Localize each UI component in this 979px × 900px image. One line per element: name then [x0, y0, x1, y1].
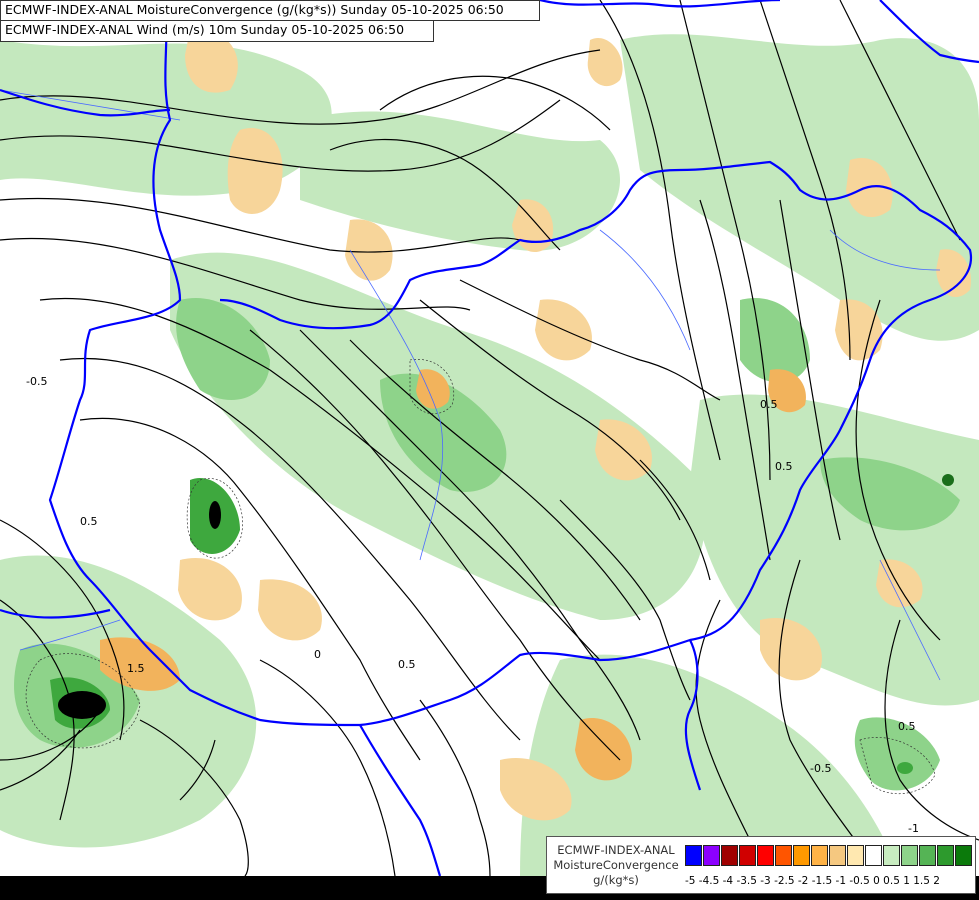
legend-swatch-4: [757, 845, 774, 866]
contour-label-1: 0.5: [398, 658, 416, 671]
legend-swatch-8: [829, 845, 846, 866]
legend-swatches: [685, 845, 973, 866]
contour-label-5: 0.5: [775, 460, 793, 473]
legend-unit: g/(kg*s): [593, 873, 639, 887]
legend-swatch-1: [703, 845, 720, 866]
legend-swatch-3: [739, 845, 756, 866]
contour-label-8: 0.5: [760, 398, 778, 411]
contour-label-9: 0.5: [80, 515, 98, 528]
legend-source: ECMWF-INDEX-ANAL: [557, 843, 675, 857]
legend-swatch-14: [937, 845, 954, 866]
title-wind: ECMWF-INDEX-ANAL Wind (m/s) 10m Sunday 0…: [0, 20, 434, 42]
contour-label-7: -0.5: [810, 762, 831, 775]
legend-swatch-7: [811, 845, 828, 866]
legend-swatch-0: [685, 845, 702, 866]
contour-label-2: -0.5: [26, 375, 47, 388]
contour-label-6: 0.5: [898, 720, 916, 733]
legend-swatch-5: [775, 845, 792, 866]
color-legend: ECMWF-INDEX-ANAL MoistureConvergence g/(…: [546, 836, 976, 894]
legend-param: MoistureConvergence: [553, 858, 679, 872]
legend-swatch-12: [901, 845, 918, 866]
legend-swatch-6: [793, 845, 810, 866]
legend-swatch-2: [721, 845, 738, 866]
legend-swatch-10: [865, 845, 882, 866]
legend-ticks: -5 -4.5 -4 -3.5 -3 -2.5 -2 -1.5 -1 -0.5 …: [685, 875, 940, 887]
legend-swatch-15: [955, 845, 972, 866]
contour-label-4: -1: [908, 822, 919, 835]
contour-label-3: 1.5: [127, 662, 145, 675]
legend-title: ECMWF-INDEX-ANAL MoistureConvergence g/(…: [551, 843, 681, 888]
legend-swatch-13: [919, 845, 936, 866]
legend-swatch-9: [847, 845, 864, 866]
title-moisture-convergence: ECMWF-INDEX-ANAL MoistureConvergence (g/…: [0, 0, 540, 21]
legend-swatch-11: [883, 845, 900, 866]
map-canvas[interactable]: 0 0.5 -0.5 1.5 -1 0.5 0.5 -0.5 0.5 0.5: [0, 0, 979, 900]
contour-label-0: 0: [314, 648, 321, 661]
